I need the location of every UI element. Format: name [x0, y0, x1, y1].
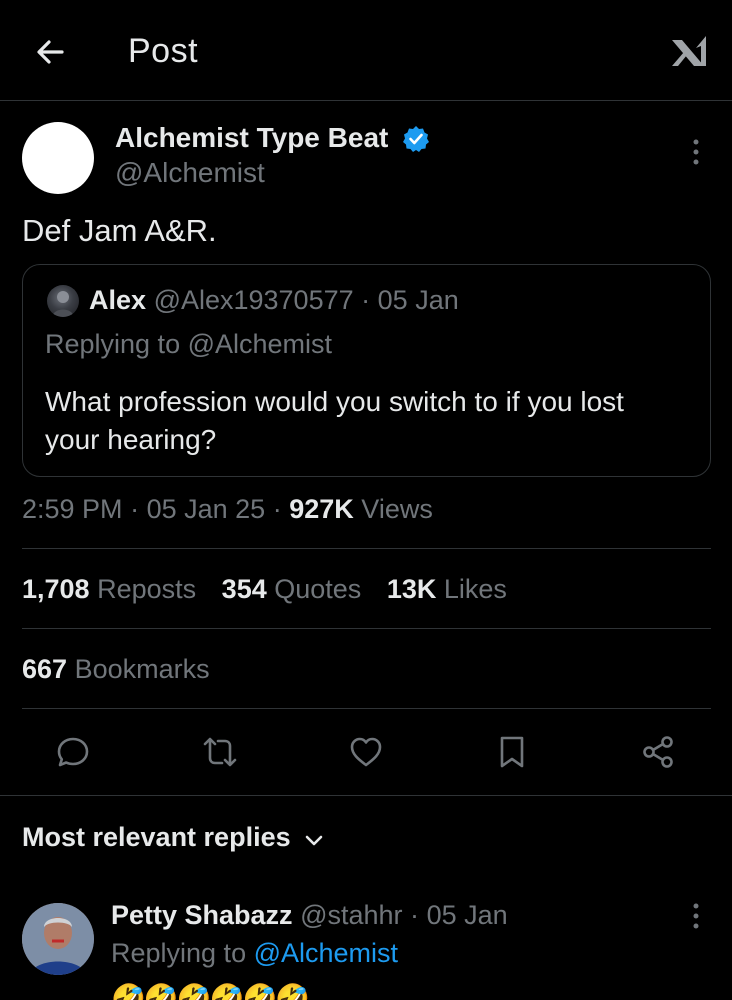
reposts-stat[interactable]: 1,708 Reposts — [22, 574, 204, 604]
quotes-stat[interactable]: 354 Quotes — [222, 574, 369, 604]
reply-meta: Petty Shabazz @stahhr · 05 Jan — [111, 900, 508, 931]
reply-avatar[interactable] — [22, 903, 94, 975]
reply-separator: · — [410, 900, 420, 930]
divider — [22, 548, 711, 549]
divider — [22, 708, 711, 709]
like-icon[interactable] — [348, 734, 384, 770]
avatar[interactable] — [22, 122, 94, 194]
verified-badge-icon — [401, 124, 431, 154]
reply-author-handle[interactable]: @stahhr — [300, 900, 402, 930]
post-text: Def Jam A&R. — [22, 213, 217, 248]
section-divider — [0, 795, 732, 796]
reply-date: 05 Jan — [426, 900, 508, 930]
divider — [22, 628, 711, 629]
share-icon[interactable] — [640, 734, 676, 770]
quotes-label: Quotes — [274, 574, 362, 604]
quote-avatar[interactable] — [47, 285, 79, 317]
timestamp-separator: · — [272, 494, 282, 524]
more-options-icon[interactable] — [688, 902, 704, 930]
author-name[interactable]: Alchemist Type Beat — [115, 122, 388, 154]
chevron-down-icon[interactable] — [302, 828, 326, 852]
quote-author-name[interactable]: Alex — [89, 285, 146, 315]
quoted-post[interactable]: Alex @Alex19370577 · 05 Jan Replying to … — [22, 264, 711, 477]
quote-author-handle[interactable]: @Alex19370577 — [154, 285, 354, 315]
arrow-left-icon[interactable] — [32, 34, 68, 70]
bookmarks-stat[interactable]: 667 Bookmarks — [22, 654, 210, 685]
reply-text: 🤣🤣🤣🤣🤣🤣 — [111, 983, 310, 1000]
reply-icon[interactable] — [55, 734, 91, 770]
reply-replying-to: Replying to @Alchemist — [111, 938, 398, 969]
likes-stat[interactable]: 13K Likes — [387, 574, 507, 604]
bookmarks-count: 667 — [22, 654, 68, 684]
likes-count: 13K — [386, 574, 437, 604]
quote-date: 05 Jan — [377, 285, 459, 315]
quote-replying-to: Replying to @Alchemist — [45, 329, 333, 359]
replies-sort-button[interactable]: Most relevant replies — [22, 822, 291, 853]
page-title: Post — [128, 32, 199, 70]
engagement-stats: 1,708 Reposts 354 Quotes 13K Likes — [22, 574, 525, 605]
views-label: Views — [361, 494, 433, 524]
x-logo-icon[interactable] — [668, 30, 710, 72]
post-date: 05 Jan 25 — [146, 494, 266, 524]
views-count: 927K — [289, 494, 354, 524]
reposts-count: 1,708 — [22, 574, 90, 604]
top-bar: Post — [0, 0, 732, 101]
bookmark-icon[interactable] — [494, 734, 530, 770]
quote-meta: Alex @Alex19370577 · 05 Jan — [89, 285, 459, 316]
quote-text: What profession would you switch to if y… — [45, 386, 624, 455]
quotes-count: 354 — [221, 574, 267, 604]
replying-to-label: Replying to — [111, 938, 247, 968]
post-time: 2:59 PM — [22, 494, 123, 524]
reply-author-name[interactable]: Petty Shabazz — [111, 900, 293, 930]
timestamp-separator: · — [130, 494, 140, 524]
likes-label: Likes — [443, 574, 507, 604]
author-handle[interactable]: @Alchemist — [115, 157, 265, 189]
replying-to-link[interactable]: @Alchemist — [254, 938, 398, 968]
bookmarks-label: Bookmarks — [74, 654, 210, 684]
repost-icon[interactable] — [202, 734, 238, 770]
post-timestamp: 2:59 PM · 05 Jan 25 · 927K Views — [22, 494, 433, 525]
reposts-label: Reposts — [97, 574, 197, 604]
more-options-icon[interactable] — [688, 138, 704, 166]
quote-separator: · — [361, 285, 371, 315]
